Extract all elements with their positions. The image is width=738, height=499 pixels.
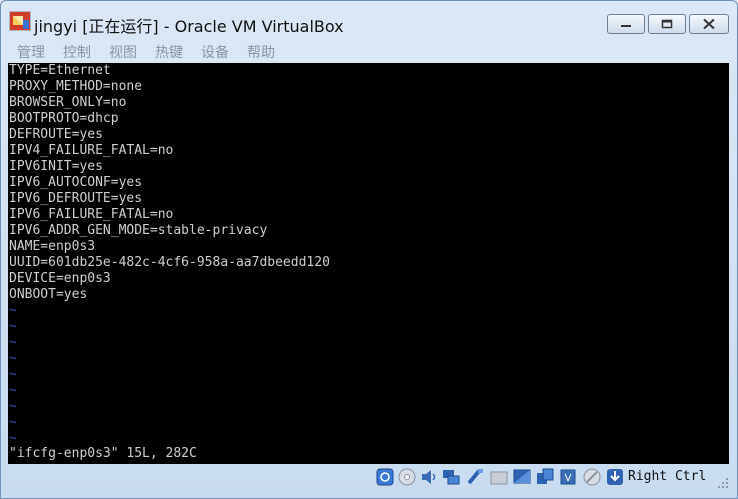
terminal-line: BOOTPROTO=dhcp	[9, 111, 119, 126]
menu-control[interactable]: 控制	[63, 42, 91, 62]
host-key-label: Right Ctrl	[628, 469, 707, 484]
close-button[interactable]	[689, 14, 729, 34]
terminal-line: IPV4_FAILURE_FATAL=no	[9, 143, 174, 158]
close-icon	[703, 18, 715, 30]
terminal-line: IPV6INIT=yes	[9, 159, 103, 174]
resize-grip-icon[interactable]	[717, 477, 729, 489]
terminal-line: UUID=601db25e-482c-4cf6-958a-aa7dbeedd12…	[9, 255, 330, 270]
maximize-button[interactable]	[648, 14, 686, 34]
usb-icon[interactable]	[465, 467, 485, 487]
network-icon[interactable]	[441, 467, 461, 487]
menu-hotkeys[interactable]: 热键	[155, 42, 183, 62]
terminal-line: DEFROUTE=yes	[9, 127, 103, 142]
menu-bar: 管理 控制 视图 热键 设备 帮助	[1, 39, 737, 63]
terminal-line: TYPE=Ethernet	[9, 63, 111, 78]
vm-display[interactable]: TYPE=Ethernet PROXY_METHOD=none BROWSER_…	[8, 63, 729, 464]
status-bar: V	[1, 464, 737, 490]
minimize-button[interactable]	[607, 14, 645, 34]
terminal-line: DEVICE=enp0s3	[9, 271, 111, 286]
terminal-line: ONBOOT=yes	[9, 287, 88, 302]
menu-manage[interactable]: 管理	[17, 42, 45, 62]
empty-line-tilde: ~	[9, 415, 17, 430]
title-bar[interactable]: jingyi [正在运行] - Oracle VM VirtualBox	[1, 1, 737, 39]
empty-line-tilde: ~	[9, 399, 17, 414]
svg-text:V: V	[565, 473, 572, 484]
video-capture-icon[interactable]	[535, 467, 555, 487]
terminal-line: NAME=enp0s3	[9, 239, 96, 254]
empty-line-tilde: ~	[9, 303, 17, 318]
audio-icon[interactable]	[419, 467, 439, 487]
empty-line-tilde: ~	[9, 431, 17, 446]
display-icon[interactable]	[512, 467, 532, 487]
optical-drive-icon[interactable]	[397, 467, 417, 487]
shared-folder-icon[interactable]	[489, 467, 509, 487]
terminal-line: IPV6_AUTOCONF=yes	[9, 175, 143, 190]
download-arrow-icon[interactable]	[605, 467, 625, 487]
terminal-line: IPV6_ADDR_GEN_MODE=stable-privacy	[9, 223, 268, 238]
editor-status-line: "ifcfg-enp0s3" 15L, 282C	[9, 446, 197, 461]
terminal-line: IPV6_FAILURE_FATAL=no	[9, 207, 174, 222]
mouse-integration-icon[interactable]	[582, 467, 602, 487]
maximize-icon	[661, 19, 673, 29]
empty-line-tilde: ~	[9, 319, 17, 334]
terminal-line: PROXY_METHOD=none	[9, 79, 143, 94]
minimize-icon	[621, 25, 631, 27]
virtualbox-window: jingyi [正在运行] - Oracle VM VirtualBox 管理 …	[0, 0, 738, 499]
empty-line-tilde: ~	[9, 335, 17, 350]
menu-help[interactable]: 帮助	[247, 42, 275, 62]
hard-disk-icon[interactable]	[375, 467, 395, 487]
empty-line-tilde: ~	[9, 351, 17, 366]
terminal-line: IPV6_DEFROUTE=yes	[9, 191, 143, 206]
menu-view[interactable]: 视图	[109, 42, 137, 62]
terminal-line: BROWSER_ONLY=no	[9, 95, 127, 110]
cpu-virtualization-icon[interactable]: V	[558, 467, 578, 487]
empty-line-tilde: ~	[9, 383, 17, 398]
window-title: jingyi [正在运行] - Oracle VM VirtualBox	[34, 17, 344, 36]
menu-devices[interactable]: 设备	[201, 42, 229, 62]
empty-line-tilde: ~	[9, 367, 17, 382]
virtualbox-app-icon	[9, 11, 31, 31]
